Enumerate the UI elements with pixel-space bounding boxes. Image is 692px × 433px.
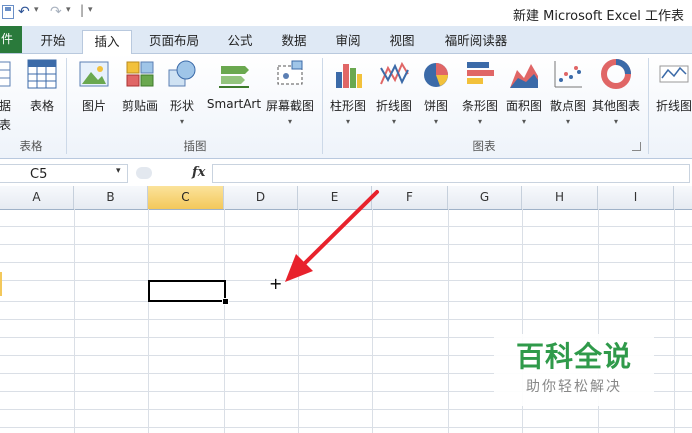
group-divider bbox=[66, 58, 67, 154]
undo-dropdown[interactable]: ▾ bbox=[34, 5, 39, 15]
area-chart-button[interactable]: 面积图 ▾ bbox=[502, 58, 546, 126]
smartart-icon bbox=[219, 66, 249, 88]
bar-chart-label: 条形图 bbox=[461, 99, 498, 113]
tab-foxit-reader[interactable]: 福昕阅读器 bbox=[434, 30, 518, 52]
customize-qat-icon[interactable]: ▾ bbox=[88, 5, 93, 15]
sparkline-line-button[interactable]: 折线图 bbox=[652, 58, 692, 114]
smartart-button[interactable]: SmartArt bbox=[204, 58, 264, 111]
smartart-label: SmartArt bbox=[206, 97, 262, 111]
scatter-chart-button[interactable]: 散点图 ▾ bbox=[546, 58, 590, 126]
shapes-dropdown-icon: ▾ bbox=[179, 117, 184, 126]
table-label: 表格 bbox=[29, 99, 54, 113]
area-chart-label: 面积图 bbox=[505, 99, 542, 113]
clip-art-icon bbox=[126, 61, 154, 87]
column-chart-label: 柱形图 bbox=[329, 99, 366, 113]
pivot-table-button[interactable]: 据 表 bbox=[0, 58, 14, 133]
undo-icon[interactable]: ↶ bbox=[18, 3, 30, 21]
other-charts-dropdown-icon: ▾ bbox=[613, 117, 618, 126]
screenshot-button[interactable]: 屏幕截图 ▾ bbox=[264, 58, 316, 126]
sparkline-line-icon bbox=[659, 65, 689, 83]
scatter-chart-icon bbox=[554, 61, 582, 88]
formula-bar-grip[interactable] bbox=[136, 167, 152, 179]
column-chart-button[interactable]: 柱形图 ▾ bbox=[326, 58, 370, 126]
table-button[interactable]: 表格 bbox=[24, 58, 60, 114]
ribbon: 据 表 表格 表格 图片 剪贴画 形状 ▾ SmartArt 屏幕截图 ▾ 插图 bbox=[0, 54, 692, 159]
picture-label: 图片 bbox=[81, 99, 106, 113]
pie-chart-button[interactable]: 饼图 ▾ bbox=[418, 58, 454, 126]
group-divider bbox=[648, 58, 649, 154]
ribbon-tabs: 件 开始 插入 页面布局 公式 数据 审阅 视图 福昕阅读器 bbox=[0, 26, 692, 54]
bar-chart-button[interactable]: 条形图 ▾ bbox=[458, 58, 502, 126]
charts-dialog-launcher-icon[interactable] bbox=[632, 142, 641, 151]
pie-chart-label: 饼图 bbox=[423, 99, 448, 113]
tab-file[interactable]: 件 bbox=[0, 26, 22, 53]
line-chart-label: 折线图 bbox=[375, 99, 412, 113]
tables-group-label: 表格 bbox=[19, 139, 43, 153]
tab-page-layout[interactable]: 页面布局 bbox=[140, 30, 208, 52]
clip-art-label: 剪贴画 bbox=[121, 99, 158, 113]
watermark-subtitle: 助你轻松解决 bbox=[526, 379, 622, 395]
formula-input[interactable] bbox=[212, 164, 690, 183]
qat-separator: | bbox=[80, 3, 85, 17]
scatter-chart-label: 散点图 bbox=[549, 99, 586, 113]
bar-chart-icon bbox=[467, 62, 494, 84]
title-bar: ↶ ▾ ↷ ▾ | ▾ 新建 Microsoft Excel 工作表 bbox=[0, 0, 692, 27]
charts-group-label: 图表 bbox=[472, 139, 496, 153]
pivot-table-label: 据 bbox=[0, 99, 11, 113]
table-icon bbox=[27, 59, 57, 89]
picture-button[interactable]: 图片 bbox=[72, 58, 116, 114]
shapes-button[interactable]: 形状 ▾ bbox=[164, 58, 200, 126]
insert-function-icon[interactable]: fx bbox=[192, 165, 205, 180]
watermark-title: 百科全说 bbox=[515, 340, 632, 373]
illustrations-group-label: 插图 bbox=[183, 139, 207, 153]
line-chart-dropdown-icon: ▾ bbox=[391, 117, 396, 126]
pivot-table-label-2: 表 bbox=[0, 118, 11, 132]
shapes-icon bbox=[168, 60, 196, 87]
window-title: 新建 Microsoft Excel 工作表 bbox=[513, 9, 684, 24]
redo-dropdown[interactable]: ▾ bbox=[66, 5, 71, 15]
area-chart-icon bbox=[510, 64, 538, 88]
picture-icon bbox=[79, 61, 109, 87]
name-box[interactable]: C5 bbox=[0, 164, 128, 183]
screenshot-dropdown-icon: ▾ bbox=[287, 117, 292, 126]
scatter-chart-dropdown-icon: ▾ bbox=[565, 117, 570, 126]
line-chart-icon bbox=[380, 61, 409, 85]
watermark: 百科全说 助你轻松解决 bbox=[494, 334, 654, 406]
tab-formulas[interactable]: 公式 bbox=[218, 30, 262, 52]
redo-icon[interactable]: ↷ bbox=[50, 3, 62, 21]
sparkline-line-label: 折线图 bbox=[655, 99, 692, 113]
other-charts-label: 其他图表 bbox=[591, 99, 640, 113]
formula-bar: C5 ▾ fx bbox=[0, 162, 692, 187]
column-chart-dropdown-icon: ▾ bbox=[345, 117, 350, 126]
line-chart-button[interactable]: 折线图 ▾ bbox=[372, 58, 416, 126]
pivot-table-icon bbox=[0, 61, 11, 87]
tab-view[interactable]: 视图 bbox=[380, 30, 424, 52]
tab-review[interactable]: 审阅 bbox=[326, 30, 370, 52]
other-charts-button[interactable]: 其他图表 ▾ bbox=[590, 58, 642, 126]
group-divider bbox=[322, 58, 323, 154]
pie-chart-dropdown-icon: ▾ bbox=[433, 117, 438, 126]
area-chart-dropdown-icon: ▾ bbox=[521, 117, 526, 126]
pie-chart-icon bbox=[424, 63, 448, 87]
shapes-label: 形状 bbox=[169, 99, 194, 113]
bar-chart-dropdown-icon: ▾ bbox=[477, 117, 482, 126]
screenshot-icon bbox=[277, 60, 303, 85]
tab-insert[interactable]: 插入 bbox=[82, 30, 132, 54]
save-icon[interactable] bbox=[2, 5, 14, 19]
name-box-dropdown-icon[interactable]: ▾ bbox=[116, 166, 121, 176]
clip-art-button[interactable]: 剪贴画 bbox=[118, 58, 162, 114]
screenshot-label: 屏幕截图 bbox=[265, 99, 314, 113]
tab-home[interactable]: 开始 bbox=[30, 30, 76, 52]
column-chart-icon bbox=[336, 64, 362, 88]
other-charts-icon bbox=[601, 59, 631, 89]
tab-data[interactable]: 数据 bbox=[272, 30, 316, 52]
